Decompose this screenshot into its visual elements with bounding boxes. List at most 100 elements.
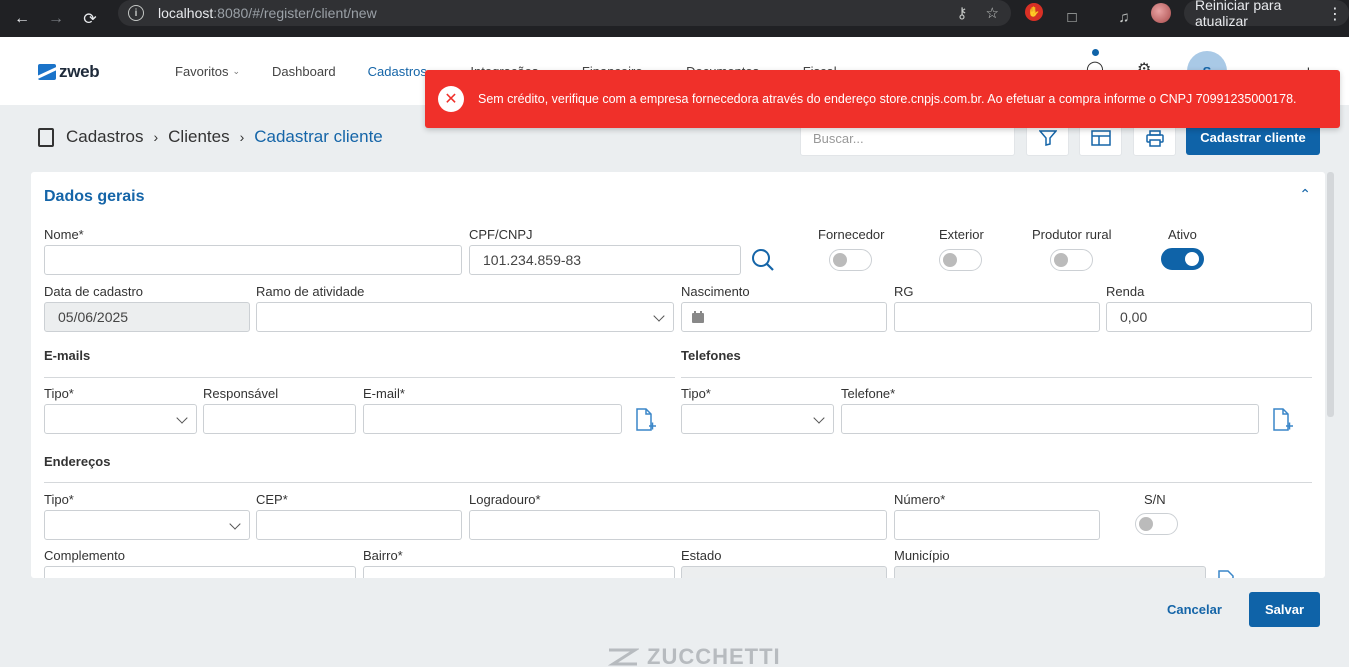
document-icon [38, 127, 54, 147]
notification-dot [1092, 49, 1099, 56]
end-tipo-select[interactable] [44, 510, 250, 540]
renda-label: Renda [1106, 284, 1145, 299]
more-icon[interactable]: ⋮ [1327, 4, 1343, 24]
divider [44, 377, 675, 378]
zucchetti-logo: ZUCCHETTI [607, 644, 781, 667]
logo[interactable]: zweb [38, 62, 100, 82]
printer-icon [1145, 129, 1164, 147]
ramo-select[interactable] [256, 302, 674, 332]
cpf-input[interactable]: 101.234.859-83 [469, 245, 741, 275]
cep-input[interactable] [256, 510, 462, 540]
save-button[interactable]: Salvar [1249, 592, 1320, 627]
add-telefone-icon[interactable] [1272, 408, 1294, 435]
numero-label: Número* [894, 492, 946, 507]
add-endereco-icon[interactable] [1217, 570, 1239, 578]
dados-gerais-card: Dados gerais ⌃ Nome* CPF/CNPJ 101.234.85… [31, 172, 1325, 578]
nome-label: Nome* [44, 227, 84, 242]
logo-mark-icon [38, 64, 56, 80]
complemento-input[interactable] [44, 566, 356, 578]
exterior-toggle[interactable] [939, 249, 982, 271]
nascimento-input[interactable] [681, 302, 887, 332]
add-email-icon[interactable] [635, 408, 657, 435]
data-cadastro-label: Data de cadastro [44, 284, 144, 299]
chevron-right-icon: › [153, 129, 159, 145]
chevron-up-icon[interactable]: ⌃ [1299, 186, 1311, 203]
error-icon[interactable]: ✕ [438, 86, 464, 112]
emails-section: E-mails [44, 348, 91, 363]
exterior-label: Exterior [939, 227, 984, 242]
menu-dashboard[interactable]: Dashboard [272, 64, 336, 79]
estado-input [681, 566, 887, 578]
scrollbar[interactable] [1327, 172, 1334, 417]
end-tipo-label: Tipo* [44, 492, 74, 507]
cpf-label: CPF/CNPJ [469, 227, 533, 242]
telefones-section: Telefones [681, 348, 741, 363]
media-icon[interactable]: ♫ [1113, 6, 1135, 28]
breadcrumb-current: Cadastrar cliente [254, 127, 383, 146]
breadcrumb-cadastros[interactable]: Cadastros [66, 127, 143, 147]
chevron-down-icon [653, 310, 665, 322]
sn-label: S/N [1144, 492, 1166, 507]
address-bar[interactable]: i localhost:8080/#/register/client/new ⚷… [118, 0, 1011, 26]
card-title: Dados gerais [44, 188, 145, 205]
error-toast: ✕ Sem crédito, verifique com a empresa f… [425, 70, 1340, 128]
municipio-input [894, 566, 1206, 578]
tel-tipo-select[interactable] [681, 404, 834, 434]
tel-tipo-label: Tipo* [681, 386, 711, 401]
telefone-input[interactable] [841, 404, 1259, 434]
data-cadastro-input: 05/06/2025 [44, 302, 250, 332]
numero-input[interactable] [894, 510, 1100, 540]
ramo-label: Ramo de atividade [256, 284, 365, 299]
toast-message: Sem crédito, verifique com a empresa for… [478, 92, 1297, 106]
email-responsavel-label: Responsável [203, 386, 279, 401]
profile-avatar[interactable] [1151, 3, 1171, 23]
restart-button[interactable]: Reiniciar para atualizar [1184, 0, 1349, 29]
breadcrumb: Cadastros › Clientes › Cadastrar cliente [38, 127, 383, 147]
divider [681, 377, 1312, 378]
forward-icon[interactable]: → [44, 7, 68, 31]
logradouro-label: Logradouro* [469, 492, 541, 507]
browser-chrome: ← → ⟳ i localhost:8080/#/register/client… [0, 0, 1349, 37]
rg-label: RG [894, 284, 914, 299]
fornecedor-toggle[interactable] [829, 249, 872, 271]
zucchetti-mark-icon [607, 648, 639, 666]
email-label: E-mail* [363, 386, 405, 401]
divider [44, 482, 1312, 483]
search-icon[interactable] [751, 248, 775, 275]
fornecedor-label: Fornecedor [818, 227, 885, 242]
email-input[interactable] [363, 404, 622, 434]
estado-label: Estado [681, 548, 722, 563]
extension-icon[interactable]: ✋ [1025, 3, 1043, 21]
chevron-down-icon [229, 518, 241, 530]
municipio-label: Município [894, 548, 950, 563]
cep-label: CEP* [256, 492, 288, 507]
complemento-label: Complemento [44, 548, 125, 563]
calendar-icon [692, 311, 704, 323]
email-tipo-select[interactable] [44, 404, 197, 434]
puzzle-icon[interactable]: □ [1061, 6, 1083, 28]
produtor-rural-toggle[interactable] [1050, 249, 1093, 271]
ativo-toggle[interactable] [1161, 248, 1204, 270]
nome-input[interactable] [44, 245, 462, 275]
menu-favoritos[interactable]: Favoritos ⌄ [175, 64, 240, 79]
bairro-input[interactable] [363, 566, 675, 578]
back-icon[interactable]: ← [10, 7, 34, 31]
layout-icon [1090, 130, 1111, 146]
key-icon[interactable]: ⚷ [957, 4, 968, 22]
url-text: localhost:8080/#/register/client/new [158, 5, 377, 21]
sn-toggle[interactable] [1135, 513, 1178, 535]
nascimento-label: Nascimento [681, 284, 750, 299]
reload-icon[interactable]: ⟳ [78, 7, 102, 31]
site-info-icon[interactable]: i [128, 5, 144, 21]
filter-icon [1038, 130, 1057, 146]
email-responsavel-input[interactable] [203, 404, 356, 434]
star-icon[interactable]: ☆ [986, 4, 999, 22]
cancel-button[interactable]: Cancelar [1167, 602, 1222, 617]
rg-input[interactable] [894, 302, 1100, 332]
breadcrumb-clientes[interactable]: Clientes [168, 127, 229, 147]
ativo-label: Ativo [1168, 227, 1197, 242]
telefone-label: Telefone* [841, 386, 896, 401]
logradouro-input[interactable] [469, 510, 887, 540]
enderecos-section: Endereços [44, 454, 111, 469]
renda-input[interactable]: 0,00 [1106, 302, 1312, 332]
